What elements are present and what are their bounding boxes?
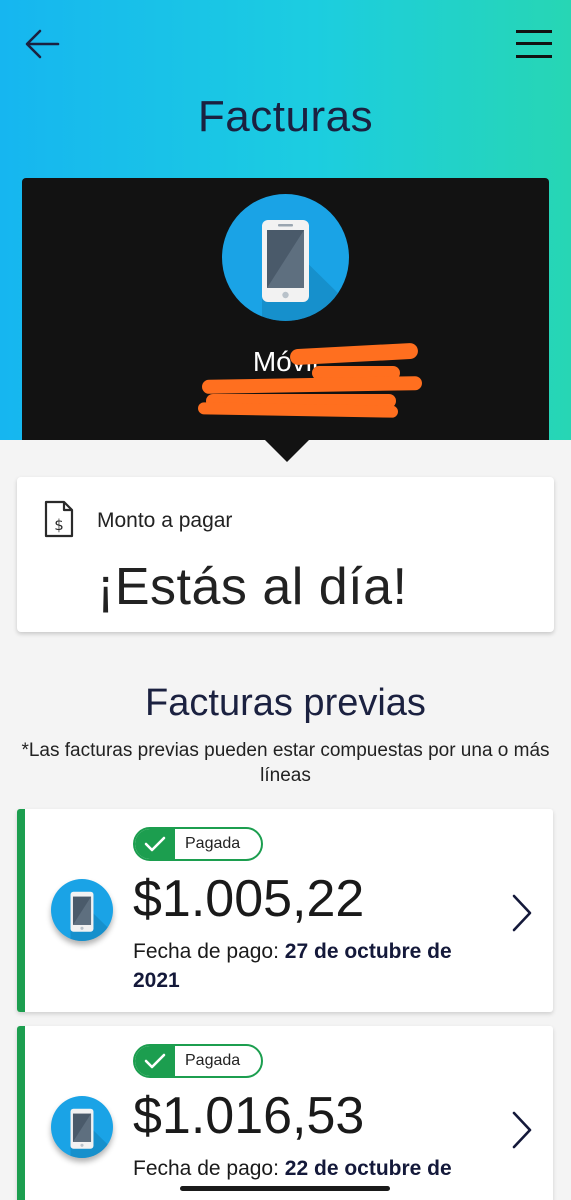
home-indicator[interactable] bbox=[180, 1186, 390, 1191]
check-icon bbox=[144, 836, 166, 852]
hamburger-menu-icon bbox=[516, 30, 552, 58]
back-arrow-icon bbox=[25, 29, 60, 59]
redaction-mark bbox=[197, 402, 399, 418]
invoice-date-label: Fecha de pago: bbox=[133, 940, 279, 963]
chevron-right-icon[interactable] bbox=[511, 893, 533, 933]
invoice-card[interactable]: Pagada $1.005,22 Fecha de pago: 27 de oc… bbox=[17, 809, 553, 1012]
check-icon bbox=[144, 1053, 166, 1069]
status-badge: Pagada bbox=[133, 827, 263, 861]
invoice-line-avatar bbox=[51, 879, 113, 941]
redaction-mark bbox=[201, 376, 423, 394]
mobile-phone-icon bbox=[70, 891, 113, 941]
invoice-date-value: 22 de octubre de bbox=[284, 1157, 452, 1180]
menu-button[interactable] bbox=[514, 24, 554, 64]
previous-invoices-title: Facturas previas bbox=[145, 682, 426, 724]
chevron-right-icon[interactable] bbox=[511, 1110, 533, 1150]
status-badge: Pagada bbox=[133, 1044, 263, 1078]
header-banner: Facturas Móvil bbox=[0, 0, 571, 440]
line-name: Móvil bbox=[252, 346, 319, 377]
invoice-date: Fecha de pago: 27 de octubre de 2021 bbox=[133, 937, 493, 995]
amount-label: Monto a pagar bbox=[97, 509, 233, 532]
line-card: Móvil bbox=[22, 178, 549, 440]
invoice-date-label: Fecha de pago: bbox=[133, 1157, 279, 1180]
amount-card: $ Monto a pagar ¡Estás al día! bbox=[17, 477, 554, 632]
mobile-phone-icon bbox=[70, 1108, 113, 1158]
card-pointer bbox=[265, 440, 309, 462]
invoice-dollar-icon: $ bbox=[44, 500, 74, 538]
svg-text:$: $ bbox=[54, 516, 64, 534]
invoice-line-avatar bbox=[51, 1096, 113, 1158]
invoice-date: Fecha de pago: 22 de octubre de bbox=[133, 1154, 493, 1183]
invoice-amount: $1.005,22 bbox=[133, 870, 365, 928]
previous-invoices-note: *Las facturas previas pueden estar compu… bbox=[21, 740, 550, 786]
back-button[interactable] bbox=[22, 22, 62, 66]
status-badge-label: Pagada bbox=[185, 1052, 241, 1069]
invoice-card[interactable]: Pagada $1.016,53 Fecha de pago: 22 de oc… bbox=[17, 1026, 553, 1200]
status-badge-label: Pagada bbox=[185, 835, 241, 852]
page-title: Facturas bbox=[197, 92, 374, 141]
mobile-phone-icon bbox=[262, 220, 349, 321]
line-avatar bbox=[222, 194, 349, 321]
invoice-amount: $1.016,53 bbox=[133, 1087, 365, 1145]
amount-status: ¡Estás al día! bbox=[97, 558, 408, 616]
